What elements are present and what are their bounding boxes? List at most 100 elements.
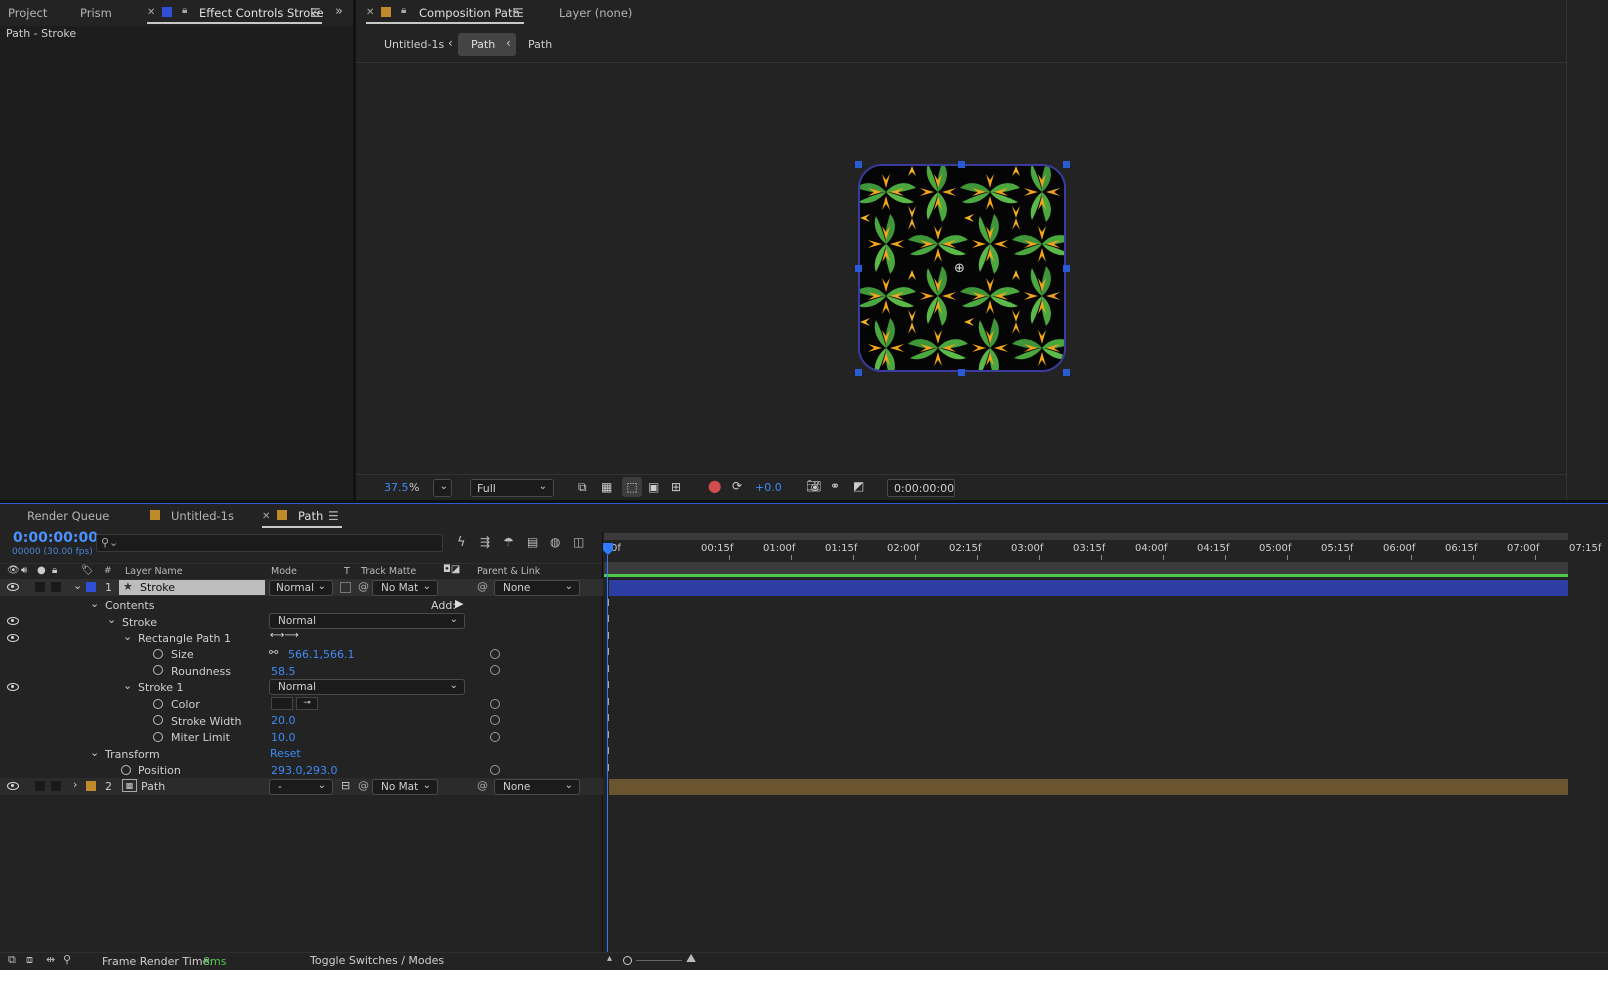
motion-blur-icon[interactable]: ◍ bbox=[550, 535, 560, 549]
transform-handle[interactable] bbox=[1063, 369, 1070, 376]
miter-limit-value[interactable]: 10.0 bbox=[271, 731, 296, 744]
comp-nav-untitled[interactable]: Untitled-1s bbox=[384, 38, 444, 51]
frame-blending-icon[interactable]: ▤ bbox=[527, 535, 538, 549]
tab-render-queue[interactable]: Render Queue bbox=[27, 509, 109, 523]
expression-pickwhip-icon[interactable] bbox=[490, 665, 500, 675]
expression-pickwhip-icon[interactable] bbox=[490, 715, 500, 725]
close-tab-icon[interactable]: ✕ bbox=[366, 7, 374, 18]
tab-path[interactable]: Path bbox=[298, 509, 323, 523]
layer-2-matte-dropdown[interactable]: No Mat ⌄ bbox=[372, 779, 438, 795]
tab-untitled[interactable]: Untitled-1s bbox=[171, 509, 234, 523]
zoom-slider-knob[interactable] bbox=[623, 956, 632, 965]
eyedropper-icon[interactable]: ⊸ bbox=[296, 697, 318, 710]
comp-nav-path-2[interactable]: Path bbox=[528, 38, 552, 51]
exposure-value[interactable]: +0.0 bbox=[755, 481, 782, 494]
color-swatch[interactable] bbox=[271, 697, 293, 710]
transform-handle[interactable] bbox=[958, 161, 965, 168]
keyframe-ibeam-icon[interactable]: I bbox=[607, 647, 610, 658]
transparency-grid-icon[interactable]: ▦ bbox=[601, 480, 612, 494]
keyframe-ibeam-icon[interactable]: I bbox=[607, 730, 610, 741]
parent-pickwhip-icon[interactable]: @ bbox=[477, 779, 488, 792]
close-tab-icon[interactable]: ✕ bbox=[147, 7, 155, 18]
expression-pickwhip-icon[interactable] bbox=[490, 765, 500, 775]
chevron-down-icon[interactable]: ⌄ bbox=[123, 630, 132, 643]
region-of-interest-icon[interactable]: ▣ bbox=[648, 480, 659, 494]
show-snapshot-icon[interactable]: ⚭ bbox=[830, 479, 840, 493]
solo-box[interactable] bbox=[35, 781, 45, 791]
panel-menu-icon[interactable]: ☰ bbox=[328, 509, 339, 523]
layer-label-color[interactable] bbox=[86, 781, 96, 791]
transform-handle[interactable] bbox=[1063, 265, 1070, 272]
lock-icon[interactable]: 🔒︎ bbox=[401, 5, 406, 16]
stroke-width-value[interactable]: 20.0 bbox=[271, 714, 296, 727]
resolution-dropdown[interactable]: Full ⌄ bbox=[470, 479, 554, 497]
anchor-point-icon[interactable]: ⊕ bbox=[954, 261, 965, 276]
matte-pickwhip-icon[interactable]: @ bbox=[358, 779, 369, 792]
layer-label-color[interactable] bbox=[86, 582, 96, 592]
lock-box[interactable] bbox=[51, 781, 61, 791]
chevron-down-icon[interactable]: ⌄ bbox=[90, 597, 99, 610]
keyframe-ibeam-icon[interactable]: I bbox=[607, 713, 610, 724]
tab-effect-controls[interactable]: Effect Controls Stroke bbox=[199, 6, 324, 20]
keyframe-ibeam-icon[interactable]: I bbox=[607, 664, 610, 675]
parent-pickwhip-icon[interactable]: @ bbox=[477, 580, 488, 593]
visibility-toggle-icon[interactable] bbox=[7, 634, 19, 642]
lock-box[interactable] bbox=[51, 582, 61, 592]
layer-2-parent-dropdown[interactable]: None ⌄ bbox=[494, 779, 580, 795]
layer-1-parent-dropdown[interactable]: None ⌄ bbox=[494, 580, 580, 596]
path-direction-icons[interactable]: ⟷⟶ bbox=[270, 630, 304, 644]
expand-panels-icon[interactable]: » bbox=[335, 4, 343, 19]
close-tab-icon[interactable]: ✕ bbox=[262, 511, 270, 522]
transform-reset[interactable]: Reset bbox=[270, 747, 301, 760]
zoom-dropdown[interactable]: ⌄ bbox=[433, 479, 452, 497]
keyframe-ibeam-icon[interactable]: I bbox=[607, 631, 610, 642]
chevron-left-icon[interactable]: ‹ bbox=[448, 36, 453, 50]
stroke1-mode-dropdown[interactable]: Normal ⌄ bbox=[269, 679, 465, 695]
expression-pickwhip-icon[interactable] bbox=[490, 732, 500, 742]
zoom-out-icon[interactable]: ▴ bbox=[607, 953, 612, 964]
transform-handle[interactable] bbox=[855, 265, 862, 272]
lock-icon[interactable]: 🔒︎ bbox=[182, 5, 187, 16]
col-layer-name[interactable]: Layer Name bbox=[125, 566, 183, 577]
visibility-toggle-icon[interactable] bbox=[7, 782, 19, 790]
zoom-in-icon[interactable]: ⛰ bbox=[686, 951, 696, 966]
size-value[interactable]: 566.1,566.1 bbox=[288, 648, 354, 661]
stopwatch-icon[interactable] bbox=[153, 715, 163, 725]
roundness-value[interactable]: 58.5 bbox=[271, 665, 296, 678]
chevron-down-icon[interactable]: ⌄ bbox=[73, 579, 82, 592]
toggle-switches-modes[interactable]: Toggle Switches / Modes bbox=[310, 954, 444, 967]
comp-flowchart-icon[interactable]: ⇶ bbox=[480, 535, 490, 549]
tab-layer[interactable]: Layer (none) bbox=[559, 6, 632, 20]
expression-pickwhip-icon[interactable] bbox=[490, 699, 500, 709]
constrain-link-icon[interactable]: ⚯ bbox=[269, 646, 278, 659]
layer-1-name[interactable]: Stroke bbox=[140, 581, 175, 594]
guides-icon[interactable]: ⊞ bbox=[671, 480, 681, 494]
transform-handle[interactable] bbox=[1063, 161, 1070, 168]
stopwatch-icon[interactable] bbox=[153, 649, 163, 659]
channels-icon[interactable]: ⬤ bbox=[708, 479, 721, 493]
chevron-down-icon[interactable]: ⌄ bbox=[107, 613, 116, 626]
position-value[interactable]: 293.0,293.0 bbox=[271, 764, 337, 777]
col-parent[interactable]: Parent & Link bbox=[477, 566, 540, 577]
layer-search-input[interactable]: ⚲⌄ bbox=[96, 534, 443, 552]
stopwatch-icon[interactable] bbox=[153, 699, 163, 709]
timeline-timecode[interactable]: 0:00:00:00 bbox=[13, 530, 98, 546]
color-management-icon[interactable]: ◩ bbox=[853, 479, 864, 493]
panel-menu-icon[interactable]: ☰ bbox=[513, 6, 524, 20]
transfer-controls-icon[interactable]: ⧈ bbox=[26, 953, 33, 967]
in-out-icon[interactable]: ⇹ bbox=[46, 953, 55, 966]
layer-2-duration-bar[interactable] bbox=[609, 779, 1568, 795]
render-time-icon[interactable]: ⚲ bbox=[63, 953, 71, 966]
visibility-toggle-icon[interactable] bbox=[7, 617, 19, 625]
keyframe-ibeam-icon[interactable]: I bbox=[607, 680, 610, 691]
fast-preview-icon[interactable]: ⧉ bbox=[578, 480, 587, 495]
matte-pickwhip-icon[interactable]: @ bbox=[358, 580, 369, 593]
stopwatch-icon[interactable] bbox=[121, 765, 131, 775]
expression-pickwhip-icon[interactable] bbox=[490, 649, 500, 659]
keyframe-ibeam-icon[interactable]: I bbox=[607, 763, 610, 774]
transform-handle[interactable] bbox=[855, 161, 862, 168]
col-mode[interactable]: Mode bbox=[271, 566, 297, 577]
chevron-down-icon[interactable]: ⌄ bbox=[90, 746, 99, 759]
layer-2-name[interactable]: Path bbox=[141, 780, 165, 793]
comp-nav-path[interactable]: Path bbox=[471, 38, 495, 51]
